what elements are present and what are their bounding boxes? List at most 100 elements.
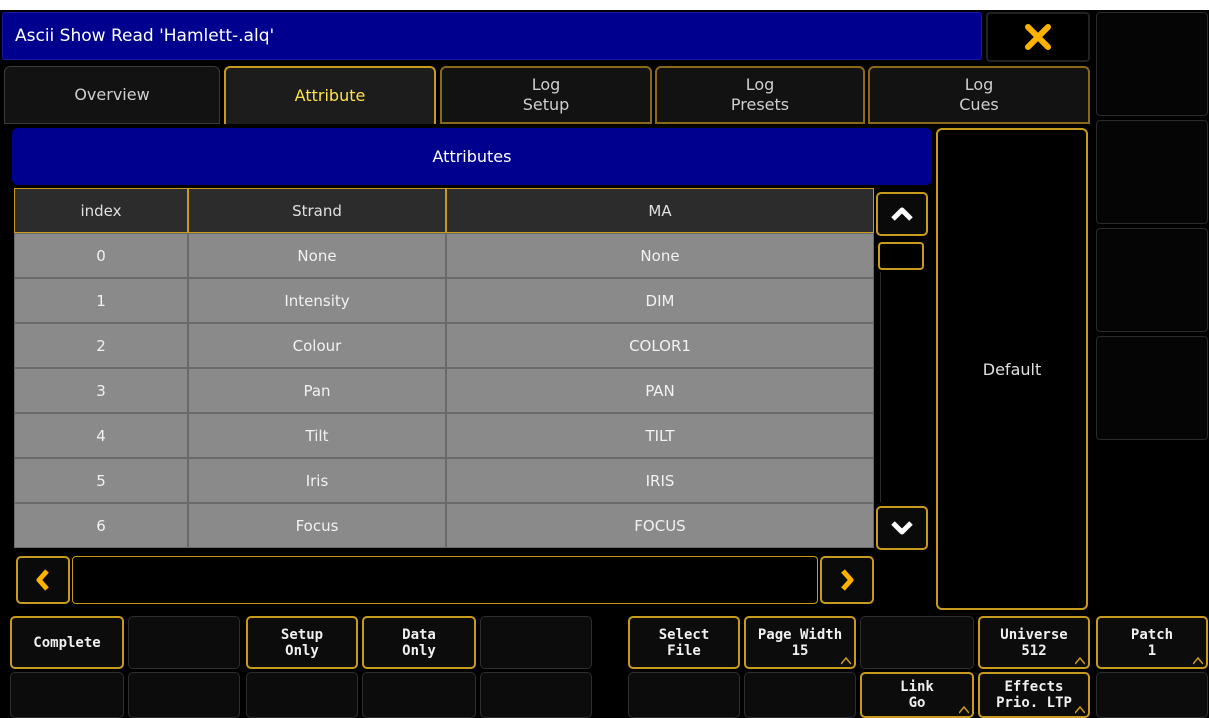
cell-ma: PAN — [446, 368, 874, 413]
right-key-3[interactable] — [1096, 228, 1208, 332]
encoder-indicator-icon — [1075, 657, 1085, 665]
patch-button[interactable]: Patch 1 — [1096, 616, 1208, 669]
data-only-button[interactable]: Data Only — [362, 616, 476, 669]
softkey-label-line1: Select — [658, 626, 710, 643]
scroll-down-button[interactable] — [876, 506, 928, 550]
softkey-empty[interactable] — [362, 672, 476, 718]
softkey-empty[interactable] — [744, 672, 856, 718]
encoder-indicator-icon — [841, 657, 851, 665]
chevron-right-icon — [841, 569, 854, 591]
encoder-indicator-icon — [959, 706, 969, 714]
softkey-empty[interactable] — [860, 616, 974, 669]
tab-label-line1: Log — [531, 75, 561, 94]
tab-label-line1: Log — [745, 75, 775, 94]
chevron-down-icon — [891, 521, 913, 535]
table-row[interactable]: 2 Colour COLOR1 — [14, 323, 874, 368]
tab-overview[interactable]: Overview — [4, 66, 220, 124]
effects-prio-button[interactable]: Effects Prio. LTP — [978, 672, 1090, 718]
setup-only-button[interactable]: Setup Only — [246, 616, 358, 669]
cell-index: 0 — [14, 233, 188, 278]
softkey-empty[interactable] — [128, 616, 240, 669]
title-bar: Ascii Show Read 'Hamlett-.alq' — [2, 12, 982, 60]
encoder-indicator-icon — [1075, 706, 1085, 714]
cell-ma: DIM — [446, 278, 874, 323]
table-row[interactable]: 3 Pan PAN — [14, 368, 874, 413]
close-button[interactable] — [986, 12, 1090, 62]
cell-index: 2 — [14, 323, 188, 368]
softkey-empty[interactable] — [128, 672, 240, 718]
tab-label-line2: Presets — [730, 95, 790, 114]
cell-index: 6 — [14, 503, 188, 548]
cell-ma: IRIS — [446, 458, 874, 503]
right-key-1[interactable] — [1096, 12, 1208, 116]
tab-label: Attribute — [294, 86, 366, 105]
cell-strand: Colour — [188, 323, 446, 368]
horizontal-scrollbar[interactable] — [14, 556, 874, 606]
softkey-label-line2: Only — [402, 642, 436, 659]
tab-label-line2: Setup — [522, 95, 570, 114]
table-row[interactable]: 0 None None — [14, 233, 874, 278]
softkey-label-line1: Universe — [1000, 626, 1068, 643]
right-key-2[interactable] — [1096, 120, 1208, 224]
page-width-button[interactable]: Page Width 15 — [744, 616, 856, 669]
cell-strand: None — [188, 233, 446, 278]
cell-index: 3 — [14, 368, 188, 413]
tab-log-cues[interactable]: Log Cues — [868, 66, 1090, 124]
column-header-strand[interactable]: Strand — [188, 188, 446, 233]
select-file-button[interactable]: Select File — [628, 616, 740, 669]
softkey-label-line2: File — [667, 642, 701, 659]
scroll-up-button[interactable] — [876, 192, 928, 236]
chevron-left-icon — [36, 569, 49, 591]
softkey-empty[interactable] — [246, 672, 358, 718]
horizontal-scroll-track[interactable] — [72, 556, 818, 604]
cell-strand: Intensity — [188, 278, 446, 323]
universe-button[interactable]: Universe 512 — [978, 616, 1090, 669]
cell-index: 5 — [14, 458, 188, 503]
default-label: Default — [982, 359, 1042, 379]
softkey-label-line2: Only — [285, 642, 319, 659]
softkey-empty[interactable] — [480, 672, 592, 718]
softkey-empty[interactable] — [10, 672, 124, 718]
scroll-thumb[interactable] — [878, 242, 924, 270]
default-button[interactable]: Default — [936, 128, 1088, 610]
scroll-left-button[interactable] — [16, 556, 70, 604]
link-go-button[interactable]: Link Go — [860, 672, 974, 718]
window-title: Ascii Show Read 'Hamlett-.alq' — [15, 26, 275, 46]
tab-log-presets[interactable]: Log Presets — [655, 66, 865, 124]
softkey-label-line1: Link — [900, 679, 934, 695]
softkey-label-line1: Data — [402, 626, 436, 643]
cell-strand: Iris — [188, 458, 446, 503]
tab-attribute[interactable]: Attribute — [224, 66, 436, 124]
column-header-ma[interactable]: MA — [446, 188, 874, 233]
table-row[interactable]: 5 Iris IRIS — [14, 458, 874, 503]
tab-log-setup[interactable]: Log Setup — [440, 66, 652, 124]
cell-ma: FOCUS — [446, 503, 874, 548]
cell-strand: Tilt — [188, 413, 446, 458]
softkey-empty[interactable] — [628, 672, 740, 718]
right-key-4[interactable] — [1096, 336, 1208, 440]
tab-label-line1: Log — [964, 75, 994, 94]
table-row[interactable]: 4 Tilt TILT — [14, 413, 874, 458]
scroll-track[interactable] — [880, 272, 923, 502]
softkey-empty[interactable] — [480, 616, 592, 669]
softkey-label-line2: 512 — [1021, 642, 1047, 659]
softkey-label: Complete — [33, 634, 101, 651]
softkey-label-line2: 1 — [1147, 642, 1157, 659]
cell-ma: TILT — [446, 413, 874, 458]
scroll-right-button[interactable] — [820, 556, 874, 604]
encoder-indicator-icon — [1193, 657, 1203, 665]
table-row[interactable]: 1 Intensity DIM — [14, 278, 874, 323]
complete-button[interactable]: Complete — [10, 616, 124, 669]
column-header-index[interactable]: index — [14, 188, 188, 233]
close-icon — [1025, 24, 1051, 50]
section-title: Attributes — [12, 128, 932, 185]
softkey-empty[interactable] — [1096, 672, 1208, 718]
softkey-label-line2: Go — [908, 695, 926, 711]
cell-index: 1 — [14, 278, 188, 323]
tab-label: Overview — [74, 85, 150, 104]
section-title-text: Attributes — [432, 147, 512, 166]
table-row[interactable]: 6 Focus FOCUS — [14, 503, 874, 548]
vertical-scrollbar[interactable] — [876, 188, 928, 554]
table-header-row: index Strand MA — [14, 188, 874, 233]
softkey-label-line1: Setup — [280, 626, 324, 643]
